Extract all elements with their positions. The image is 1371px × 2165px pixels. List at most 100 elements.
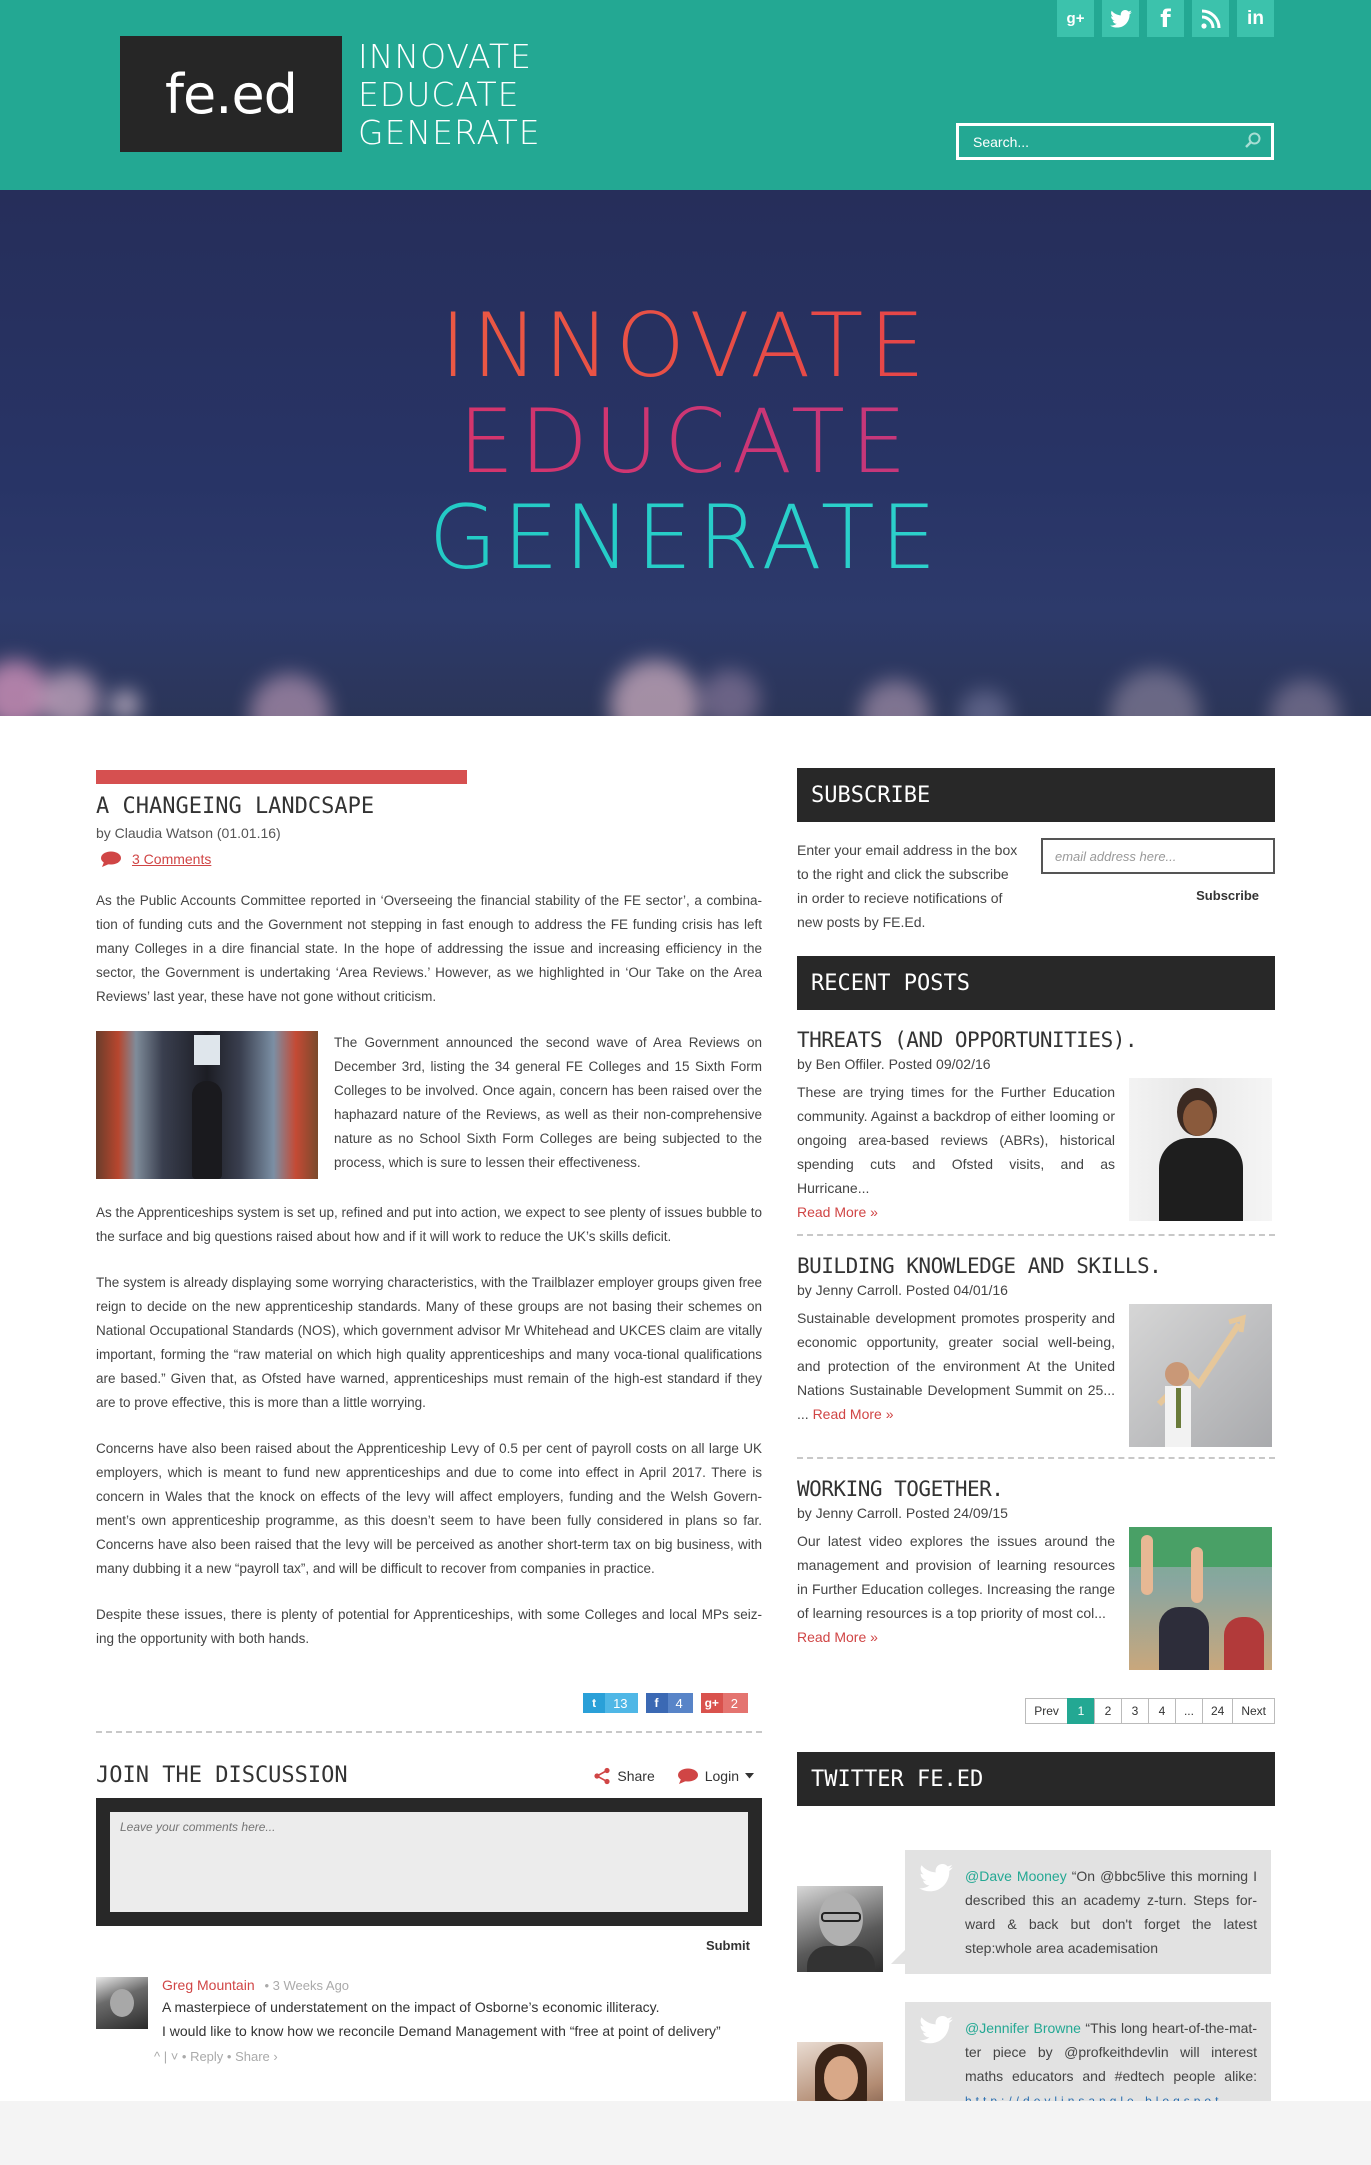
subscribe-button[interactable]: Subscribe [1041, 888, 1259, 903]
twitter-icon[interactable] [1102, 0, 1139, 37]
site-header: fe.ed INNOVATE EDUCATE GENERATE g+ f in [0, 0, 1371, 190]
hero-line-innovate: INNOVATE [0, 298, 1371, 394]
tweet-handle[interactable]: @Jennifer Browne [965, 2020, 1081, 2036]
article-paragraph: Despite these issues, there is plenty of… [96, 1607, 762, 1646]
tagline-line: GENERATE [358, 113, 541, 152]
hero-line-educate: EDUCATE [0, 394, 1371, 490]
share-counts: t 13 f 4 g+ 2 [96, 1693, 748, 1713]
read-more-link[interactable]: Read More » [797, 1204, 878, 1220]
share-icon [594, 1767, 610, 1784]
post-title[interactable]: WORKING TOGETHER. [797, 1477, 1275, 1501]
pager-next[interactable]: Next [1232, 1698, 1275, 1724]
comment-text: A masterpiece of understatement on the i… [162, 1999, 660, 2015]
avatar[interactable] [96, 1977, 148, 2029]
article-title: A CHANGEING LANDCSAPE [96, 794, 375, 819]
library-image [96, 1031, 318, 1179]
main-content: A CHANGEING LANDCSAPE by Claudia Watson … [0, 716, 1371, 2128]
twitter-share-button[interactable]: t 13 [583, 1693, 638, 1713]
pager-prev[interactable]: Prev [1025, 1698, 1068, 1724]
article-paragraph: Concerns have also been raised about the… [96, 1441, 762, 1576]
chevron-down-icon [745, 1772, 754, 1778]
comment-actions[interactable]: ^ | ˅ • Reply • Share › [154, 2049, 721, 2064]
twitter-icon: t [592, 1696, 597, 1710]
google-plus-share-button[interactable]: g+ 2 [700, 1693, 748, 1713]
article-image-block: The Government announced the second wave… [96, 1031, 762, 1179]
comment-input[interactable] [110, 1812, 748, 1912]
linkedin-icon[interactable]: in [1237, 0, 1274, 37]
comment-form [96, 1798, 762, 1926]
hero-banner: INNOVATE EDUCATE GENERATE [0, 190, 1371, 716]
post-byline: by Jenny Carroll. Posted 24/09/15 [797, 1505, 1008, 1521]
tagline-line: EDUCATE [358, 75, 520, 114]
avatar[interactable] [797, 1886, 883, 1972]
comment-time: • 3 Weeks Ago [264, 1978, 350, 1993]
facebook-share-button[interactable]: f 4 [645, 1693, 693, 1713]
search-input[interactable] [959, 126, 1271, 157]
email-field[interactable] [1041, 838, 1275, 874]
article: A CHANGEING LANDCSAPE by Claudia Watson … [96, 770, 762, 2064]
comment-author[interactable]: Greg Mountain [162, 1977, 255, 1993]
site-logo[interactable]: fe.ed [120, 36, 342, 152]
tweet-bubble: @Dave Mooney “On @bbc5live this morning … [891, 1850, 1271, 1974]
twitter-icon [919, 2016, 953, 2051]
post-thumbnail[interactable] [1129, 1078, 1272, 1221]
tweet: @Dave Mooney “On @bbc5live this morning … [797, 1850, 1275, 1974]
post-byline: by Ben Offiler. Posted 09/02/16 [797, 1056, 991, 1072]
login-dropdown[interactable]: Login [677, 1768, 754, 1784]
post-thumbnail[interactable] [1129, 1304, 1272, 1447]
divider [96, 1731, 762, 1733]
subscribe-heading: SUBSCRIBE [797, 768, 1275, 822]
subscribe-description: Enter your email address in the box to t… [797, 842, 1018, 930]
pager-page[interactable]: 4 [1147, 1698, 1176, 1724]
read-more-link[interactable]: Read More » [797, 1629, 878, 1645]
article-paragraph: The system is already displaying some wo… [96, 1275, 762, 1410]
article-paragraph: As the Public Accounts Committee reporte… [96, 893, 762, 1004]
article-byline: by Claudia Watson (01.01.16) [96, 825, 281, 841]
recent-post: BUILDING KNOWLEDGE AND SKILLS. by Jenny … [797, 1254, 1275, 1459]
share-count: 4 [667, 1693, 693, 1713]
pager-ellipsis: ... [1174, 1698, 1203, 1724]
read-more-link[interactable]: Read More » [813, 1406, 894, 1422]
facebook-icon: f [654, 1696, 659, 1710]
share-count: 2 [722, 1693, 748, 1713]
logo-tagline: INNOVATE EDUCATE GENERATE [358, 38, 541, 152]
share-count: 13 [605, 1693, 638, 1713]
pager-page[interactable]: 24 [1201, 1698, 1234, 1724]
post-title[interactable]: THREATS (AND OPPORTUNITIES). [797, 1028, 1275, 1052]
comments-count-link[interactable]: 3 Comments [132, 851, 211, 867]
comment-bubble-icon [101, 851, 121, 867]
comment-item: Greg Mountain • 3 Weeks Ago A masterpiec… [96, 1977, 762, 2064]
pager-page[interactable]: 1 [1066, 1698, 1095, 1724]
subscribe-widget: Enter your email address in the box to t… [797, 838, 1275, 934]
divider [797, 1457, 1275, 1459]
article-paragraph: The Government announced the second wave… [334, 1035, 762, 1170]
comments-link[interactable]: 3 Comments [100, 851, 762, 867]
social-links: g+ f in [1057, 0, 1274, 37]
tagline-line: INNOVATE [358, 37, 532, 76]
post-excerpt: These are trying times for the Further E… [797, 1084, 1115, 1196]
facebook-icon[interactable]: f [1147, 0, 1184, 37]
page-footer-strip [0, 2101, 1371, 2165]
share-label: Share [617, 1767, 655, 1784]
post-thumbnail[interactable] [1129, 1527, 1272, 1670]
divider [797, 1234, 1275, 1236]
share-button[interactable]: Share [593, 1767, 655, 1785]
submit-comment-button[interactable]: Submit [96, 1938, 750, 1953]
search-box [956, 123, 1274, 160]
google-plus-icon[interactable]: g+ [1057, 0, 1094, 37]
discussion-title: JOIN THE DISCUSSION [96, 1763, 348, 1788]
logo-text: fe.ed [165, 62, 298, 126]
comment-text: I would like to know how we reconcile De… [162, 2023, 721, 2039]
tweet-handle[interactable]: @Dave Mooney [965, 1868, 1067, 1884]
search-icon[interactable] [1245, 132, 1261, 153]
recent-post: WORKING TOGETHER. by Jenny Carroll. Post… [797, 1477, 1275, 1670]
pager-page[interactable]: 2 [1093, 1698, 1122, 1724]
twitter-heading: TWITTER FE.ED [797, 1752, 1275, 1806]
article-paragraph: As the Apprenticeships system is set up,… [96, 1205, 762, 1244]
pager-page[interactable]: 3 [1120, 1698, 1149, 1724]
discussion-header: JOIN THE DISCUSSION Share Login [96, 1763, 762, 1788]
rss-icon[interactable] [1192, 0, 1229, 37]
post-title[interactable]: BUILDING KNOWLEDGE AND SKILLS. [797, 1254, 1275, 1278]
recent-posts-heading: RECENT POSTS [797, 956, 1275, 1010]
article-accent-bar [96, 770, 467, 784]
